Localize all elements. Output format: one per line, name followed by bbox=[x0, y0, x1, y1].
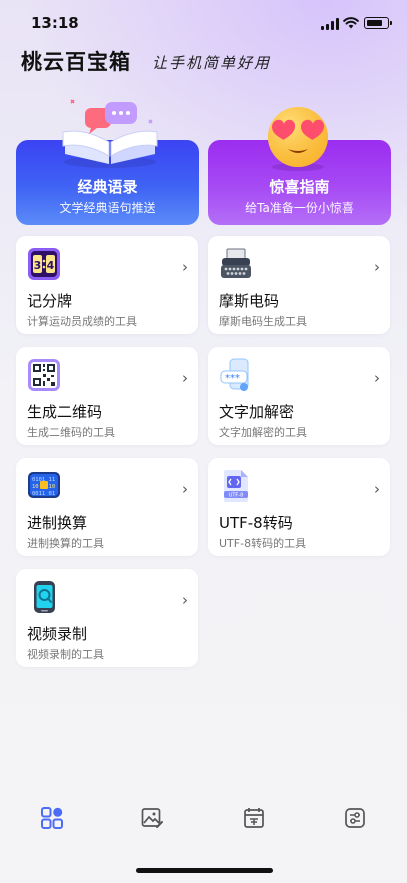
image-edit-icon[interactable] bbox=[140, 806, 164, 830]
tool-description: 生成二维码的工具 bbox=[27, 426, 115, 439]
bottom-tab-bar bbox=[0, 800, 407, 840]
tool-name: 生成二维码 bbox=[27, 403, 103, 421]
svg-text:UTF-8: UTF-8 bbox=[229, 493, 244, 499]
tool-name: 摩斯电码 bbox=[219, 292, 280, 310]
feature-title: 惊喜指南 bbox=[269, 178, 330, 196]
battery-icon bbox=[364, 17, 392, 29]
app-title: 桃云百宝箱 bbox=[21, 50, 131, 74]
binary-chip-icon: 0101 11 10 0110 0011 01 bbox=[28, 472, 60, 498]
svg-text:0011 01: 0011 01 bbox=[32, 491, 55, 497]
chevron-right-icon: › bbox=[374, 480, 380, 498]
tool-description: 文字加解密的工具 bbox=[219, 426, 307, 439]
qr-code-icon bbox=[28, 359, 60, 391]
settings-toggle-icon[interactable] bbox=[343, 806, 367, 830]
app-slogan: 让手机简单好用 bbox=[152, 54, 272, 72]
wifi-icon bbox=[343, 17, 359, 29]
phone-record-icon bbox=[34, 581, 55, 613]
tool-description: UTF-8转码的工具 bbox=[219, 537, 307, 550]
chevron-right-icon: › bbox=[182, 591, 188, 609]
tool-name: 文字加解密 bbox=[219, 403, 295, 421]
scoreboard-icon: 3 4 bbox=[28, 248, 60, 280]
open-book-chat-icon bbox=[62, 99, 158, 168]
status-bar: 13:18 bbox=[0, 0, 407, 44]
svg-text:3: 3 bbox=[34, 259, 42, 272]
feature-title: 经典语录 bbox=[77, 178, 138, 196]
tool-description: 计算运动员成绩的工具 bbox=[27, 315, 137, 328]
tool-card-text-encrypt[interactable]: *** › 文字加解密 文字加解密的工具 bbox=[208, 347, 390, 445]
grid-icon[interactable] bbox=[40, 806, 64, 830]
password-phone-icon: *** bbox=[220, 358, 249, 391]
svg-text:4: 4 bbox=[47, 259, 55, 272]
tool-description: 进制换算的工具 bbox=[27, 537, 104, 550]
svg-text:***: *** bbox=[225, 373, 240, 384]
tool-card-morse-code[interactable]: › 摩斯电码 摩斯电码生成工具 bbox=[208, 236, 390, 334]
chevron-right-icon: › bbox=[374, 258, 380, 276]
tool-name: 进制换算 bbox=[27, 514, 88, 532]
tool-card-scoreboard[interactable]: 3 4 › 记分牌 计算运动员成绩的工具 bbox=[16, 236, 198, 334]
home-indicator bbox=[136, 868, 273, 873]
calendar-icon[interactable] bbox=[242, 806, 266, 830]
tool-name: UTF-8转码 bbox=[219, 514, 293, 532]
cellular-signal-icon bbox=[321, 18, 339, 30]
status-time: 13:18 bbox=[31, 14, 79, 32]
chevron-right-icon: › bbox=[182, 480, 188, 498]
tool-card-base-conversion[interactable]: 0101 11 10 0110 0011 01 › 进制换算 进制换算的工具 bbox=[16, 458, 198, 556]
chevron-right-icon: › bbox=[374, 369, 380, 387]
feature-subtitle: 文学经典语句推送 bbox=[59, 201, 156, 215]
tool-description: 摩斯电码生成工具 bbox=[219, 315, 307, 328]
tool-card-qr-code[interactable]: › 生成二维码 生成二维码的工具 bbox=[16, 347, 198, 445]
tool-card-video-record[interactable]: › 视频录制 视频录制的工具 bbox=[16, 569, 198, 667]
tool-card-utf8-transcode[interactable]: UTF-8 › UTF-8转码 UTF-8转码的工具 bbox=[208, 458, 390, 556]
tool-name: 记分牌 bbox=[27, 292, 73, 310]
chevron-right-icon: › bbox=[182, 369, 188, 387]
tool-description: 视频录制的工具 bbox=[27, 648, 104, 661]
heart-eyes-emoji-icon bbox=[268, 107, 328, 171]
typewriter-icon bbox=[221, 248, 251, 278]
chevron-right-icon: › bbox=[182, 258, 188, 276]
feature-subtitle: 给Ta准备一份小惊喜 bbox=[245, 201, 354, 215]
code-file-icon: UTF-8 bbox=[224, 470, 248, 502]
tool-name: 视频录制 bbox=[27, 625, 88, 643]
